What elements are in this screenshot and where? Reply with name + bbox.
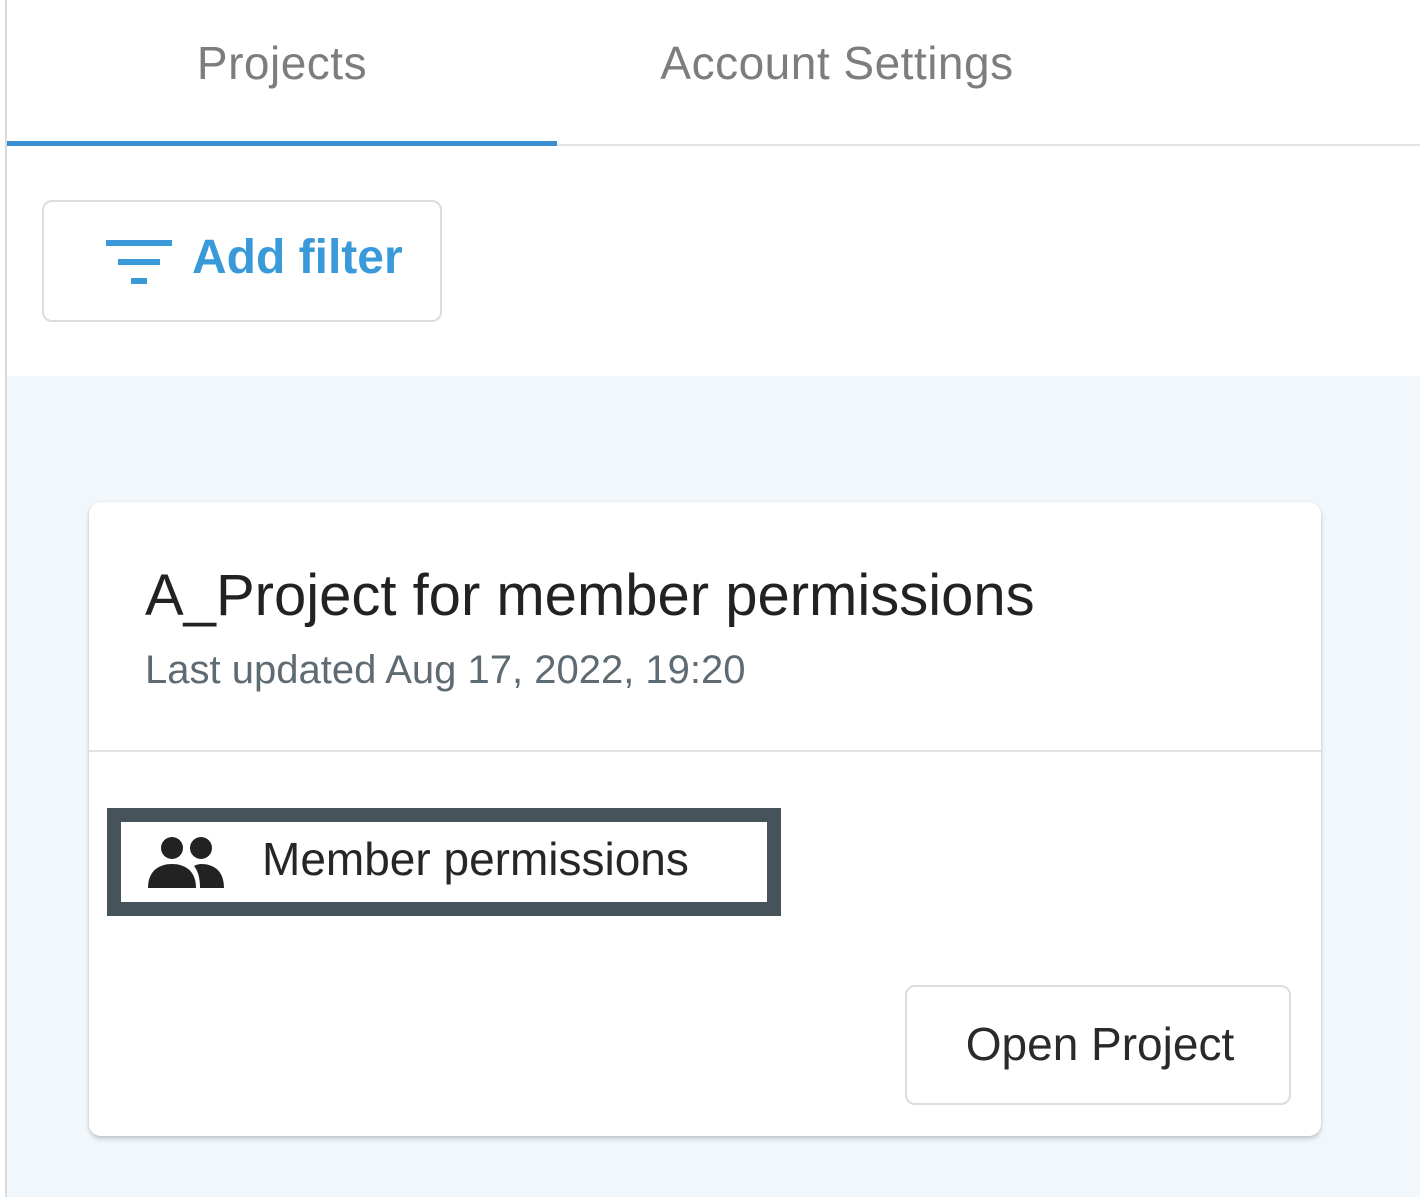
tab-bar: Projects Account Settings — [7, 0, 1420, 146]
app-frame: Projects Account Settings Add filter A_P… — [0, 0, 1420, 1197]
project-card: A_Project for member permissions Last up… — [89, 502, 1321, 1136]
member-permissions-label: Member permissions — [262, 833, 689, 885]
tab-account-settings-label: Account Settings — [660, 37, 1014, 89]
filter-list-icon — [106, 240, 172, 284]
project-last-updated: Last updated Aug 17, 2022, 19:20 — [145, 648, 746, 692]
add-filter-label: Add filter — [192, 231, 403, 284]
project-title: A_Project for member permissions — [145, 563, 1035, 628]
tab-projects[interactable]: Projects — [7, 0, 557, 144]
card-divider — [89, 750, 1321, 752]
open-project-button[interactable]: Open Project — [905, 985, 1291, 1105]
active-tab-indicator — [7, 141, 557, 146]
open-project-label: Open Project — [965, 1018, 1235, 1070]
people-icon — [148, 837, 224, 888]
add-filter-button[interactable]: Add filter — [42, 200, 442, 322]
tab-account-settings[interactable]: Account Settings — [557, 0, 1117, 144]
member-permissions-badge[interactable]: Member permissions — [107, 808, 781, 916]
tab-projects-label: Projects — [196, 37, 368, 89]
